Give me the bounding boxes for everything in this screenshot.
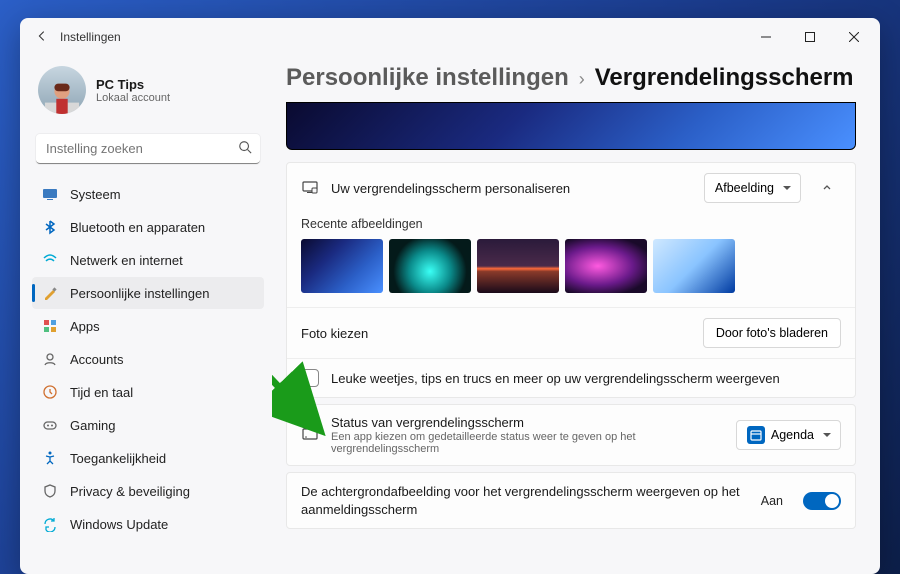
settings-window: Instellingen PC Tips Lokaal account — [20, 18, 880, 574]
recent-image-thumb[interactable] — [565, 239, 647, 293]
app-title: Instellingen — [60, 30, 121, 44]
sidebar-item-accounts[interactable]: Accounts — [32, 343, 264, 375]
sidebar: PC Tips Lokaal account Systeem Bluetooth… — [20, 56, 272, 574]
profile-name: PC Tips — [96, 77, 170, 92]
background-label: De achtergrondafbeelding voor het vergre… — [301, 483, 749, 518]
sidebar-item-label: Windows Update — [70, 517, 168, 532]
bluetooth-icon — [42, 219, 58, 235]
sidebar-item-bluetooth[interactable]: Bluetooth en apparaten — [32, 211, 264, 243]
wifi-icon — [42, 252, 58, 268]
calendar-icon — [747, 426, 765, 444]
close-button[interactable] — [832, 21, 876, 53]
chevron-up-icon[interactable] — [813, 181, 841, 196]
background-card: De achtergrondafbeelding voor het vergre… — [286, 472, 856, 529]
accounts-icon — [42, 351, 58, 367]
browse-photos-button[interactable]: Door foto's bladeren — [703, 318, 841, 348]
sidebar-item-gaming[interactable]: Gaming — [32, 409, 264, 441]
personalize-dropdown[interactable]: Afbeelding — [704, 173, 801, 203]
recent-images-row — [301, 239, 841, 293]
update-icon — [42, 516, 58, 532]
status-subtitle: Een app kiezen om gedetailleerde status … — [331, 431, 724, 455]
profile-subtitle: Lokaal account — [96, 92, 170, 104]
sidebar-item-label: Bluetooth en apparaten — [70, 220, 205, 235]
personalize-card: Uw vergrendelingsscherm personaliseren A… — [286, 162, 856, 398]
sidebar-item-label: Tijd en taal — [70, 385, 133, 400]
status-icon — [301, 426, 319, 444]
gaming-icon — [42, 417, 58, 433]
nav-list: Systeem Bluetooth en apparaten Netwerk e… — [32, 178, 264, 540]
choose-photo-label: Foto kiezen — [301, 326, 691, 341]
breadcrumb: Persoonlijke instellingen › Vergrendelin… — [286, 56, 856, 102]
main-content: Persoonlijke instellingen › Vergrendelin… — [272, 56, 880, 574]
titlebar: Instellingen — [20, 18, 880, 56]
back-button[interactable] — [24, 29, 60, 46]
sidebar-item-personalization[interactable]: Persoonlijke instellingen — [32, 277, 264, 309]
search-box — [36, 134, 260, 164]
sidebar-item-label: Gaming — [70, 418, 116, 433]
status-card: Status van vergrendelingsscherm Een app … — [286, 404, 856, 466]
shield-icon — [42, 483, 58, 499]
recent-image-thumb[interactable] — [389, 239, 471, 293]
personalization-icon — [42, 285, 58, 301]
avatar — [38, 66, 86, 114]
recent-image-thumb[interactable] — [477, 239, 559, 293]
sidebar-item-label: Netwerk en internet — [70, 253, 183, 268]
monitor-lock-icon — [301, 179, 319, 197]
sidebar-item-label: Toegankelijkheid — [70, 451, 166, 466]
search-input[interactable] — [36, 134, 260, 164]
recent-image-thumb[interactable] — [301, 239, 383, 293]
sidebar-item-label: Accounts — [70, 352, 123, 367]
background-toggle[interactable] — [803, 492, 841, 510]
recent-images-label: Recente afbeeldingen — [301, 217, 841, 231]
sidebar-item-accessibility[interactable]: Toegankelijkheid — [32, 442, 264, 474]
profile-block[interactable]: PC Tips Lokaal account — [32, 56, 264, 130]
sidebar-item-windows-update[interactable]: Windows Update — [32, 508, 264, 540]
status-app-dropdown[interactable]: Agenda — [736, 420, 841, 450]
maximize-button[interactable] — [788, 21, 832, 53]
breadcrumb-parent[interactable]: Persoonlijke instellingen — [286, 64, 569, 92]
sidebar-item-label: Privacy & beveiliging — [70, 484, 190, 499]
chevron-right-icon: › — [579, 69, 585, 90]
clock-icon — [42, 384, 58, 400]
recent-image-thumb[interactable] — [653, 239, 735, 293]
apps-icon — [42, 318, 58, 334]
status-title: Status van vergrendelingsscherm — [331, 415, 724, 430]
tips-checkbox[interactable] — [301, 369, 319, 387]
toggle-state-label: Aan — [761, 494, 783, 508]
system-icon — [42, 186, 58, 202]
sidebar-item-label: Persoonlijke instellingen — [70, 286, 209, 301]
sidebar-item-time-language[interactable]: Tijd en taal — [32, 376, 264, 408]
sidebar-item-privacy[interactable]: Privacy & beveiliging — [32, 475, 264, 507]
personalize-title: Uw vergrendelingsscherm personaliseren — [331, 181, 692, 196]
minimize-button[interactable] — [744, 21, 788, 53]
sidebar-item-network[interactable]: Netwerk en internet — [32, 244, 264, 276]
sidebar-item-system[interactable]: Systeem — [32, 178, 264, 210]
accessibility-icon — [42, 450, 58, 466]
sidebar-item-label: Systeem — [70, 187, 121, 202]
sidebar-item-label: Apps — [70, 319, 100, 334]
tips-checkbox-label: Leuke weetjes, tips en trucs en meer op … — [331, 371, 841, 386]
page-title: Vergrendelingsscherm — [595, 64, 854, 92]
sidebar-item-apps[interactable]: Apps — [32, 310, 264, 342]
lock-screen-preview[interactable] — [286, 102, 856, 150]
search-icon — [238, 140, 252, 157]
